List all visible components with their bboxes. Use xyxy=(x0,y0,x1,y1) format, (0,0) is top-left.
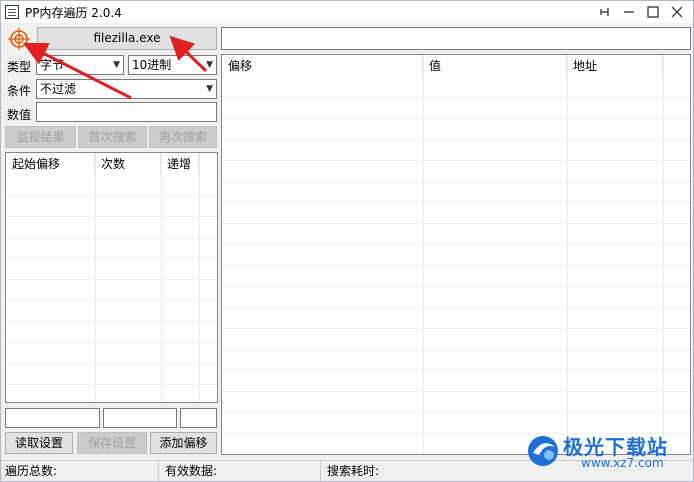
type-label: 类型 xyxy=(7,60,32,74)
radix-select[interactable]: 10进制 ▼ xyxy=(128,55,217,75)
type-select[interactable]: 字节 ▼ xyxy=(36,55,124,75)
offset-list-header: 起始偏移 次数 递增 xyxy=(6,153,199,175)
type-select-value: 字节 xyxy=(40,58,65,72)
next-search-button[interactable]: 再次搜索 xyxy=(149,126,217,148)
minimize-button[interactable] xyxy=(617,1,641,23)
window-title: PP内存遍历 2.0.4 xyxy=(25,5,122,20)
title-bar: PP内存遍历 2.0.4 xyxy=(1,1,693,23)
offset-start-input[interactable] xyxy=(5,408,100,428)
monitor-results-button[interactable]: 监视结果 xyxy=(5,126,76,148)
save-settings-button[interactable]: 保存设置 xyxy=(77,432,147,454)
result-list[interactable]: 偏移 值 地址 xyxy=(221,54,691,455)
column-divider xyxy=(423,55,424,454)
watermark-logo-icon xyxy=(528,436,558,466)
condition-label: 条件 xyxy=(7,84,32,98)
column-header-start-offset[interactable]: 起始偏移 xyxy=(6,153,95,175)
pin-icon[interactable] xyxy=(593,1,617,23)
result-list-header: 偏移 值 地址 xyxy=(222,55,663,77)
status-valid: 有效数据: xyxy=(161,461,321,481)
column-header-address[interactable]: 地址 xyxy=(567,55,663,77)
app-icon xyxy=(5,5,19,19)
chevron-down-icon: ▼ xyxy=(206,84,213,94)
first-search-button[interactable]: 首次搜索 xyxy=(78,126,147,148)
add-offset-button[interactable]: 添加偏移 xyxy=(150,432,217,454)
column-divider xyxy=(199,153,200,402)
chevron-down-icon: ▼ xyxy=(113,60,120,70)
status-time: 搜索耗时: xyxy=(327,464,380,478)
column-header-offset[interactable]: 偏移 xyxy=(222,55,423,77)
offset-list-body xyxy=(6,175,217,402)
offset-list[interactable]: 起始偏移 次数 递增 xyxy=(5,152,218,403)
watermark: 极光下载站 www.xz7.com xyxy=(523,429,683,475)
close-button[interactable] xyxy=(665,1,689,23)
target-crosshair-icon[interactable] xyxy=(5,27,33,51)
column-divider xyxy=(161,153,162,402)
address-input[interactable] xyxy=(221,27,691,50)
radix-select-value: 10进制 xyxy=(132,58,172,72)
column-divider xyxy=(663,55,664,454)
column-header-count[interactable]: 次数 xyxy=(95,153,161,175)
window-controls xyxy=(593,1,689,23)
process-button[interactable]: filezilla.exe xyxy=(37,27,217,50)
value-input[interactable] xyxy=(36,102,217,122)
column-header-value[interactable]: 值 xyxy=(423,55,567,77)
app-window: PP内存遍历 2.0.4 filezilla.exe 类型 字节 ▼ 10进制 … xyxy=(0,0,694,482)
watermark-url: www.xz7.com xyxy=(581,456,664,470)
value-label: 数值 xyxy=(7,108,32,122)
column-header-increment[interactable]: 递增 xyxy=(161,153,199,175)
maximize-button[interactable] xyxy=(641,1,665,23)
column-divider xyxy=(95,153,96,402)
read-settings-button[interactable]: 读取设置 xyxy=(5,432,73,454)
status-total: 遍历总数: xyxy=(1,461,159,481)
result-list-body xyxy=(222,77,690,454)
offset-count-input[interactable] xyxy=(103,408,177,428)
chevron-down-icon: ▼ xyxy=(206,60,213,70)
condition-select[interactable]: 不过滤 ▼ xyxy=(36,79,217,99)
condition-select-value: 不过滤 xyxy=(40,82,77,96)
offset-increment-input[interactable] xyxy=(180,408,217,428)
column-divider xyxy=(567,55,568,454)
